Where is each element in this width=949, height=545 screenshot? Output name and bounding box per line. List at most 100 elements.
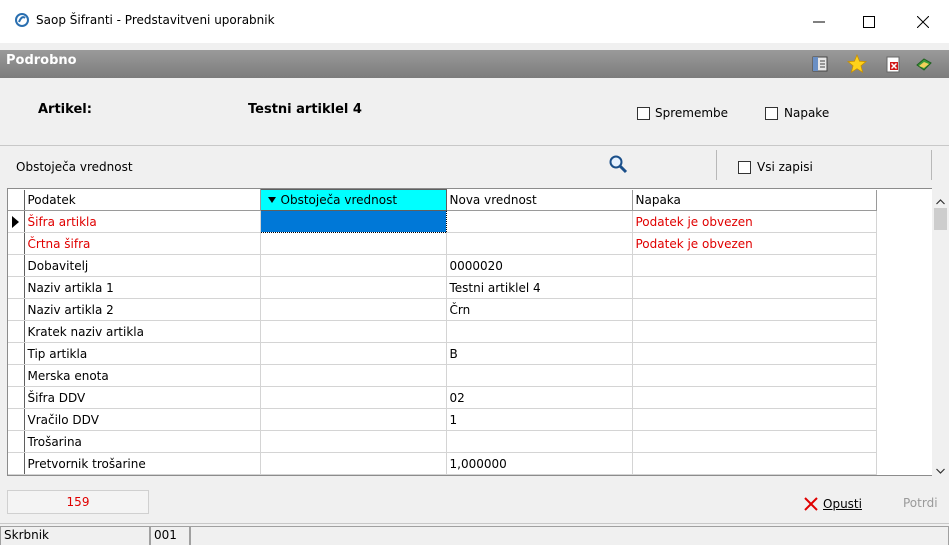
spremembe-label[interactable]: Spremembe [655,106,728,120]
star-icon[interactable] [846,53,868,74]
table-row[interactable]: Tip artikla B [8,342,877,365]
scroll-thumb[interactable] [934,208,947,230]
table-row[interactable]: Naziv artikla 1 Testni artiklel 4 [8,276,877,299]
table-row[interactable]: Naziv artikla 2 Črn [8,298,877,321]
cell-podatek[interactable]: Dobavitelj [24,254,261,277]
cell-obstojeca[interactable] [260,232,447,255]
column-header-podatek[interactable]: Podatek [24,189,261,211]
cell-napaka[interactable]: Podatek je obvezen [632,232,877,255]
cell-podatek[interactable]: Šifra artikla [24,210,261,233]
cell-napaka[interactable] [632,386,877,409]
layout-icon[interactable] [810,54,830,74]
table-row[interactable]: Šifra artikla Podatek je obvezen [8,210,877,233]
napake-checkbox[interactable] [765,107,778,120]
cell-obstojeca[interactable] [259,210,447,233]
cell-obstojeca[interactable] [260,254,447,277]
cell-podatek[interactable]: Tip artikla [24,342,261,365]
cell-nova[interactable]: Testni artiklel 4 [446,276,633,299]
cell-obstojeca[interactable] [260,276,447,299]
potrdi-button[interactable]: Potrdi [903,496,938,510]
cell-nova[interactable]: 0000020 [446,254,633,277]
cell-obstojeca[interactable] [260,386,447,409]
cell-obstojeca[interactable] [260,408,447,431]
cell-nova[interactable] [446,232,633,255]
vsi-zapisi-label[interactable]: Vsi zapisi [757,160,813,174]
cell-podatek[interactable]: Šifra DDV [24,386,261,409]
cell-napaka[interactable]: Podatek je obvezen [632,210,877,233]
cell-nova[interactable]: B [446,342,633,365]
cell-napaka[interactable] [632,342,877,365]
row-indicator[interactable] [8,386,25,409]
table-row[interactable]: Dobavitelj 0000020 [8,254,877,277]
cell-podatek[interactable]: Vračilo DDV [24,408,261,431]
cell-nova[interactable]: 1 [446,408,633,431]
vertical-scrollbar[interactable] [932,188,949,476]
search-icon[interactable] [608,154,628,174]
cell-podatek[interactable]: Merska enota [24,364,261,387]
maximize-button[interactable] [846,0,892,43]
exit-icon[interactable] [914,54,934,74]
close-button[interactable] [900,0,946,43]
column-header-napaka[interactable]: Napaka [632,189,877,211]
row-indicator[interactable] [8,452,25,475]
status-user: Skrbnik [0,526,150,545]
row-indicator[interactable] [8,298,25,321]
cell-obstojeca[interactable] [260,452,447,475]
cell-napaka[interactable] [632,320,877,343]
table-row[interactable]: Pretvornik trošarine 1,000000 [8,452,877,475]
row-indicator[interactable] [8,342,25,365]
cell-nova[interactable] [446,364,633,387]
cell-nova[interactable] [446,210,633,233]
row-indicator[interactable] [8,430,25,453]
row-indicator[interactable] [8,210,25,233]
cell-nova[interactable] [446,430,633,453]
cell-napaka[interactable] [632,276,877,299]
scroll-up-icon[interactable] [936,194,945,208]
table-row[interactable]: Merska enota [8,364,877,387]
napake-label[interactable]: Napake [784,106,829,120]
cell-podatek[interactable]: Naziv artikla 2 [24,298,261,321]
delete-icon[interactable] [883,54,903,74]
cell-obstojeca[interactable] [260,298,447,321]
table-row[interactable]: Črtna šifra Podatek je obvezen [8,232,877,255]
cell-obstojeca[interactable] [260,342,447,365]
cell-obstojeca[interactable] [260,320,447,343]
row-indicator[interactable] [8,408,25,431]
table-row[interactable]: Kratek naziv artikla [8,320,877,343]
table-row[interactable]: Trošarina [8,430,877,453]
column-header-nova[interactable]: Nova vrednost [446,189,633,211]
cell-napaka[interactable] [632,408,877,431]
cell-nova[interactable]: Črn [446,298,633,321]
cell-obstojeca[interactable] [260,364,447,387]
opusti-button[interactable]: Opusti [803,496,862,512]
cell-podatek[interactable]: Črtna šifra [24,232,261,255]
minimize-button[interactable] [796,0,842,43]
spremembe-checkbox[interactable] [637,107,650,120]
cell-obstojeca[interactable] [260,430,447,453]
section-header: Podrobno [0,50,949,78]
row-indicator[interactable] [8,276,25,299]
cell-podatek[interactable]: Naziv artikla 1 [24,276,261,299]
cell-napaka[interactable] [632,452,877,475]
cell-nova[interactable] [446,320,633,343]
row-indicator[interactable] [8,254,25,277]
row-indicator-header [8,189,25,211]
row-indicator[interactable] [8,364,25,387]
cell-nova[interactable]: 02 [446,386,633,409]
cell-podatek[interactable]: Trošarina [24,430,261,453]
vsi-zapisi-checkbox[interactable] [738,161,751,174]
table-row[interactable]: Šifra DDV 02 [8,386,877,409]
cell-napaka[interactable] [632,364,877,387]
cell-napaka[interactable] [632,298,877,321]
cell-podatek[interactable]: Kratek naziv artikla [24,320,261,343]
cell-podatek[interactable]: Pretvornik trošarine [24,452,261,475]
column-header-obstojeca-label: Obstoječa vrednost [280,193,398,207]
row-indicator[interactable] [8,232,25,255]
column-header-obstojeca[interactable]: Obstoječa vrednost [259,189,447,211]
table-row[interactable]: Vračilo DDV 1 [8,408,877,431]
cell-nova[interactable]: 1,000000 [446,452,633,475]
cell-napaka[interactable] [632,430,877,453]
cell-napaka[interactable] [632,254,877,277]
row-indicator[interactable] [8,320,25,343]
scroll-down-icon[interactable] [936,463,945,477]
